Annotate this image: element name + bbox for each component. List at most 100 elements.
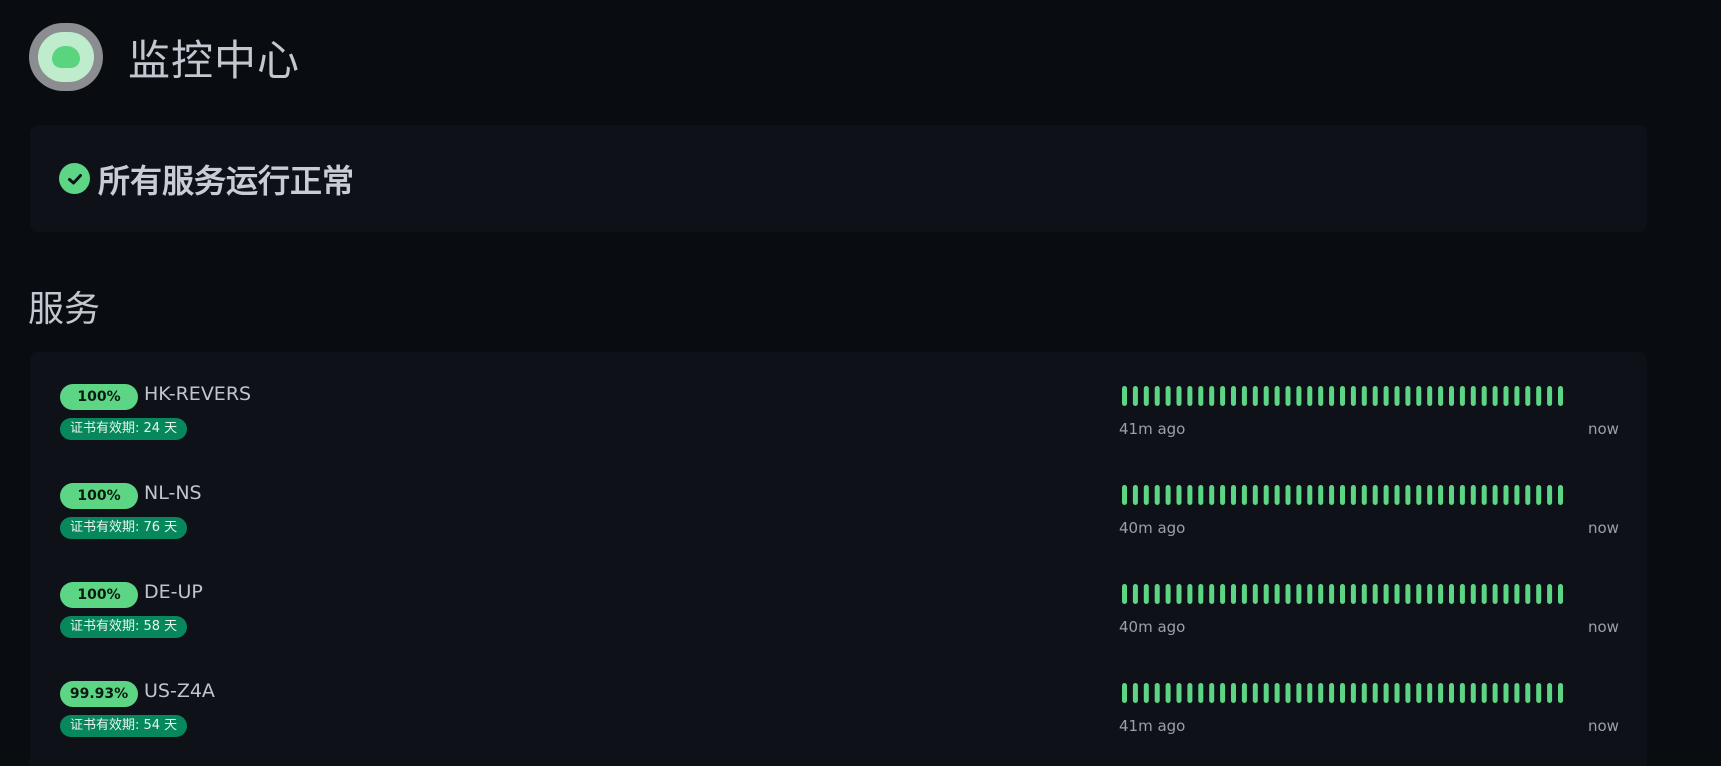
heartbeat-beat[interactable] [1547, 683, 1553, 703]
heartbeat-beat[interactable] [1350, 584, 1356, 604]
heartbeat-beat[interactable] [1372, 584, 1378, 604]
heartbeat-beat[interactable] [1558, 386, 1563, 406]
heartbeat-beat[interactable] [1274, 485, 1280, 505]
heartbeat-beat[interactable] [1438, 485, 1444, 505]
heartbeat-beat[interactable] [1536, 584, 1542, 604]
heartbeat-beat[interactable] [1296, 485, 1302, 505]
heartbeat-beat[interactable] [1481, 683, 1487, 703]
heartbeat-beat[interactable] [1329, 386, 1335, 406]
heartbeat-beat[interactable] [1547, 584, 1553, 604]
heartbeat-beat[interactable] [1329, 485, 1335, 505]
heartbeat-beat[interactable] [1547, 386, 1553, 406]
heartbeat-beat[interactable] [1449, 485, 1454, 505]
heartbeat-beat[interactable] [1470, 485, 1476, 505]
heartbeat-beat[interactable] [1176, 584, 1182, 604]
heartbeat-beat[interactable] [1285, 386, 1291, 406]
heartbeat-beat[interactable] [1470, 386, 1476, 406]
heartbeat-beat[interactable] [1503, 485, 1509, 505]
heartbeat-beat[interactable] [1241, 386, 1247, 406]
heartbeat-beat[interactable] [1340, 485, 1345, 505]
heartbeat-beat[interactable] [1394, 386, 1400, 406]
heartbeat-beat[interactable] [1514, 485, 1520, 505]
heartbeat-beat[interactable] [1198, 386, 1204, 406]
heartbeat-beat[interactable] [1176, 485, 1182, 505]
heartbeat-beat[interactable] [1470, 584, 1476, 604]
heartbeat-beat[interactable] [1492, 485, 1498, 505]
heartbeat-beat[interactable] [1558, 683, 1563, 703]
heartbeat-beat[interactable] [1525, 584, 1531, 604]
logo[interactable] [29, 23, 103, 91]
heartbeat-beat[interactable] [1372, 683, 1378, 703]
heartbeat-beat[interactable] [1220, 584, 1226, 604]
service-row[interactable]: 100% DE-UP 证书有效期: 58 天 40m ago now [30, 550, 1647, 649]
heartbeat-beat[interactable] [1438, 683, 1444, 703]
heartbeat-beat[interactable] [1547, 485, 1553, 505]
service-row[interactable]: 99.93% US-Z4A 证书有效期: 54 天 41m ago now [30, 649, 1647, 748]
heartbeat-beat[interactable] [1122, 584, 1127, 604]
heartbeat-beat[interactable] [1416, 386, 1422, 406]
heartbeat-beat[interactable] [1405, 584, 1411, 604]
heartbeat-beat[interactable] [1459, 386, 1465, 406]
heartbeat-beat[interactable] [1416, 584, 1422, 604]
heartbeat-beat[interactable] [1449, 584, 1454, 604]
heartbeat-beat[interactable] [1492, 683, 1498, 703]
heartbeat-beat[interactable] [1427, 386, 1433, 406]
heartbeat-beat[interactable] [1470, 683, 1476, 703]
heartbeat-beat[interactable] [1220, 485, 1226, 505]
heartbeat-beat[interactable] [1481, 485, 1487, 505]
heartbeat-beat[interactable] [1438, 584, 1444, 604]
heartbeat-beat[interactable] [1122, 683, 1127, 703]
heartbeat-beat[interactable] [1187, 683, 1193, 703]
heartbeat-beat[interactable] [1383, 584, 1389, 604]
heartbeat-beat[interactable] [1198, 584, 1204, 604]
heartbeat-beat[interactable] [1285, 683, 1291, 703]
heartbeat-beat[interactable] [1252, 485, 1258, 505]
heartbeat-beat[interactable] [1525, 485, 1531, 505]
heartbeat-beat[interactable] [1427, 683, 1433, 703]
heartbeat-beat[interactable] [1361, 386, 1367, 406]
heartbeat-beat[interactable] [1372, 485, 1378, 505]
heartbeat-beat[interactable] [1296, 386, 1302, 406]
heartbeat-beat[interactable] [1263, 584, 1269, 604]
heartbeat-beat[interactable] [1122, 386, 1127, 406]
heartbeat-beat[interactable] [1132, 683, 1138, 703]
heartbeat-beat[interactable] [1274, 683, 1280, 703]
heartbeat-beat[interactable] [1143, 485, 1149, 505]
heartbeat-beat[interactable] [1350, 485, 1356, 505]
heartbeat-beat[interactable] [1481, 386, 1487, 406]
heartbeat-beat[interactable] [1165, 683, 1171, 703]
heartbeat-beat[interactable] [1361, 683, 1367, 703]
heartbeat-beat[interactable] [1372, 386, 1378, 406]
heartbeat-beat[interactable] [1525, 683, 1531, 703]
heartbeat-beat[interactable] [1383, 683, 1389, 703]
heartbeat-beat[interactable] [1394, 485, 1400, 505]
heartbeat-beat[interactable] [1176, 386, 1182, 406]
heartbeat-beat[interactable] [1318, 683, 1324, 703]
heartbeat-beat[interactable] [1132, 485, 1138, 505]
heartbeat-beat[interactable] [1536, 683, 1542, 703]
heartbeat-beat[interactable] [1252, 683, 1258, 703]
heartbeat-beat[interactable] [1252, 584, 1258, 604]
heartbeat-beat[interactable] [1122, 485, 1127, 505]
heartbeat-beat[interactable] [1536, 386, 1542, 406]
heartbeat-beat[interactable] [1503, 683, 1509, 703]
heartbeat-beat[interactable] [1307, 683, 1313, 703]
heartbeat-beat[interactable] [1514, 386, 1520, 406]
heartbeat-beat[interactable] [1274, 386, 1280, 406]
heartbeat-beat[interactable] [1449, 683, 1454, 703]
heartbeat-beat[interactable] [1285, 584, 1291, 604]
heartbeat-beat[interactable] [1449, 386, 1454, 406]
heartbeat-beat[interactable] [1405, 683, 1411, 703]
heartbeat-beat[interactable] [1198, 683, 1204, 703]
heartbeat-beat[interactable] [1329, 683, 1335, 703]
heartbeat-beat[interactable] [1252, 386, 1258, 406]
heartbeat-beat[interactable] [1198, 485, 1204, 505]
heartbeat-beat[interactable] [1361, 584, 1367, 604]
service-row[interactable]: 100% HK-REVERS 证书有效期: 24 天 41m ago now [30, 352, 1647, 451]
heartbeat-beat[interactable] [1427, 584, 1433, 604]
heartbeat-beat[interactable] [1165, 485, 1171, 505]
heartbeat-beat[interactable] [1329, 584, 1335, 604]
heartbeat-beat[interactable] [1154, 683, 1160, 703]
heartbeat-beat[interactable] [1481, 584, 1487, 604]
heartbeat-beat[interactable] [1459, 683, 1465, 703]
